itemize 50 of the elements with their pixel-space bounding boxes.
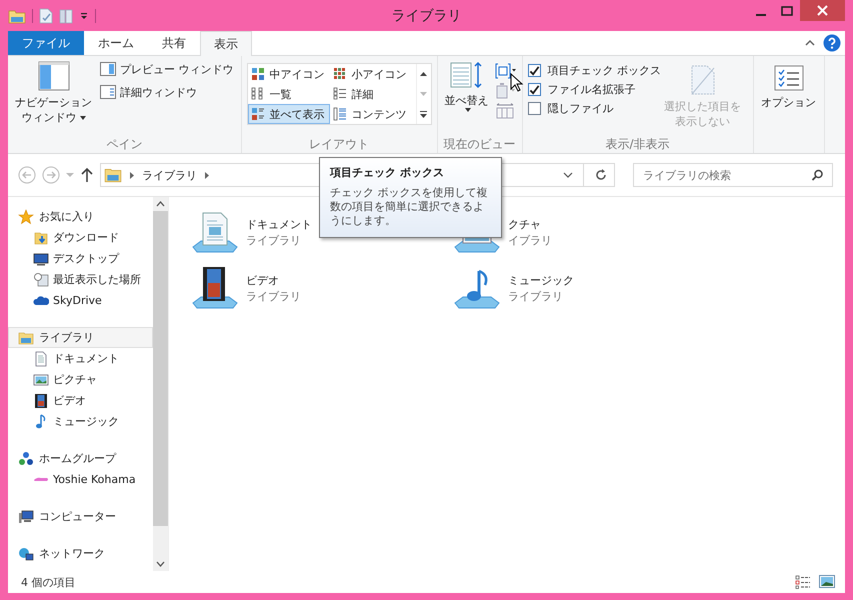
breadcrumb[interactable]: ライブラリ bbox=[142, 168, 197, 182]
window-title: ライブラリ bbox=[392, 6, 462, 24]
layout-option[interactable]: 詳細 bbox=[330, 84, 416, 104]
item-type: イブラリ bbox=[508, 233, 552, 249]
nav-item[interactable]: Yoshie Kohama bbox=[8, 469, 153, 490]
checkbox-label: 項目チェック ボックス bbox=[548, 63, 661, 78]
ribbon-tab[interactable]: 表示 bbox=[200, 31, 252, 56]
nav-item[interactable]: コンピューター bbox=[8, 506, 153, 527]
group-label: 現在のビュー bbox=[442, 136, 516, 153]
nav-item[interactable]: デスクトップ bbox=[8, 248, 153, 269]
nav-item[interactable]: SkyDrive bbox=[8, 290, 153, 311]
ribbon-tab[interactable]: ホーム bbox=[84, 31, 148, 55]
layout-option[interactable]: 小アイコン bbox=[330, 64, 416, 84]
nav-item[interactable]: ホームグループ bbox=[8, 448, 153, 469]
tooltip-text: チェック ボックスを使用して複数の項目を簡単に選択できるようにします。 bbox=[330, 186, 488, 228]
details-pane-button[interactable]: 詳細ウィンドウ bbox=[98, 82, 236, 102]
sort-by-button[interactable]: 並べ替え bbox=[442, 59, 490, 136]
search-field[interactable]: ライブラリの検索 bbox=[633, 163, 833, 187]
item-count: 4 個の項目 bbox=[21, 574, 76, 590]
preview-pane-button[interactable]: プレビュー ウィンドウ bbox=[98, 59, 236, 79]
item-type: ライブラリ bbox=[246, 289, 301, 305]
nav-item[interactable]: ミュージック bbox=[8, 411, 153, 432]
options-button[interactable]: オプション bbox=[758, 63, 818, 153]
nav-item[interactable]: 最近表示した場所 bbox=[8, 269, 153, 290]
item-name[interactable]: ミュージック bbox=[508, 273, 574, 289]
item-name[interactable]: クチャ bbox=[508, 217, 552, 233]
layout-option[interactable]: コンテンツ bbox=[330, 104, 416, 124]
checkbox-label: 隠しファイル bbox=[548, 101, 614, 116]
item-type: ライブラリ bbox=[246, 233, 302, 249]
ribbon-tab[interactable]: 共有 bbox=[148, 31, 200, 55]
layout-option[interactable]: 中アイコン bbox=[248, 64, 330, 84]
layout-option[interactable]: 並べて表示 bbox=[248, 104, 330, 124]
nav-item[interactable]: ビデオ bbox=[8, 390, 153, 411]
group-label: レイアウト bbox=[308, 136, 370, 153]
nav-item[interactable]: ピクチャ bbox=[8, 369, 153, 390]
navigation-pane-button[interactable]: ナビゲーション ウィンドウ bbox=[13, 59, 94, 136]
checkbox-label: ファイル名拡張子 bbox=[548, 82, 636, 97]
nav-item[interactable]: ライブラリ bbox=[8, 327, 153, 348]
nav-item[interactable]: ダウンロード bbox=[8, 227, 153, 248]
group-label: ペイン bbox=[105, 136, 144, 153]
file-tab[interactable]: ファイル bbox=[8, 31, 84, 55]
nav-item[interactable]: ネットワーク bbox=[8, 543, 153, 564]
item-type: ライブラリ bbox=[508, 289, 564, 305]
nav-item[interactable]: ドキュメント bbox=[8, 348, 153, 369]
group-label: 表示/非表示 bbox=[604, 136, 671, 153]
tooltip-title: 項目チェック ボックス bbox=[330, 165, 445, 180]
nav-item[interactable]: お気に入り bbox=[8, 206, 153, 227]
item-name[interactable]: ドキュメント bbox=[246, 217, 312, 233]
item-name[interactable]: ビデオ bbox=[246, 273, 301, 289]
layout-option[interactable]: 一覧 bbox=[248, 84, 330, 104]
